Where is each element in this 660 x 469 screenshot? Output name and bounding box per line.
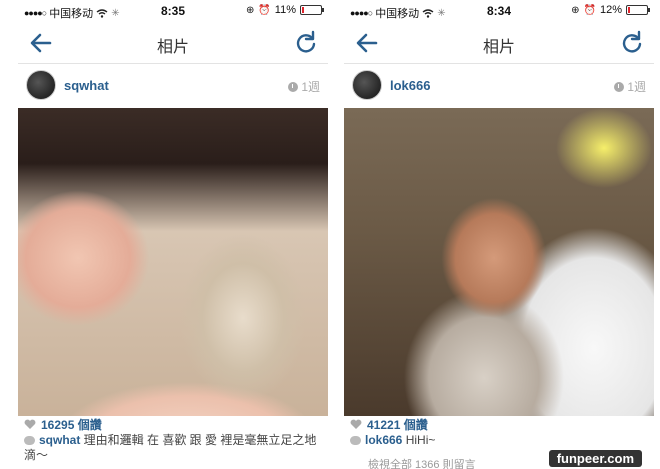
battery-icon — [626, 5, 650, 15]
navigation-bar: 相片 — [18, 22, 328, 64]
comment-bubble-icon — [24, 436, 35, 446]
page-title: 相片 — [482, 39, 515, 56]
battery-icon — [300, 5, 324, 15]
comment-username[interactable]: lok666 — [365, 433, 402, 447]
post-username[interactable]: sqwhat — [64, 78, 109, 93]
post-header: lok666 1週 — [344, 66, 654, 106]
post-age: 1週 — [288, 78, 320, 95]
comment-text: HiHi~ — [402, 433, 436, 447]
navigation-bar: 相片 — [344, 22, 654, 64]
comment: lok666 HiHi~ — [350, 433, 648, 448]
comment: sqwhat 理由和邏輯 在 喜歡 跟 愛 裡是毫無立足之地滴～ — [24, 433, 322, 463]
battery-percent: 11% — [274, 4, 296, 16]
battery-percent: 12% — [599, 4, 622, 16]
refresh-icon[interactable] — [294, 30, 318, 54]
watermark: funpeer.com — [548, 450, 642, 467]
view-all-comments-link[interactable]: 檢視全部 1366 則留言 — [368, 456, 476, 469]
clock-icon — [288, 81, 299, 92]
status-bar: ●●●●○ 中国移动 ✳ 8:35 ⊕ ⏰ 11% — [18, 0, 328, 22]
alarm-icon: ⏰ — [583, 4, 596, 16]
clock-icon — [614, 81, 625, 92]
rotation-lock-icon: ⊕ — [571, 4, 580, 16]
comment-username[interactable]: sqwhat — [39, 433, 80, 447]
post-age-label: 1週 — [301, 80, 320, 94]
rotation-lock-icon: ⊕ — [245, 4, 255, 16]
heart-icon — [350, 419, 362, 429]
post-header: sqwhat 1週 — [18, 66, 328, 106]
likes-row[interactable]: 16295 個讚 — [24, 416, 322, 433]
comment-bubble-icon — [350, 436, 361, 446]
post-username[interactable]: lok666 — [390, 78, 430, 93]
phone-screen-left: ●●●●○ 中国移动 ✳ 8:35 ⊕ ⏰ 11% 相片 sqwhat 1週 1… — [18, 0, 328, 469]
phone-screen-right: ●●●●○ 中国移动 ✳ 8:34 ⊕ ⏰ 12% 相片 lok666 1週 4… — [344, 0, 654, 469]
likes-count: 41221 個讚 — [367, 418, 428, 432]
avatar[interactable] — [352, 70, 382, 100]
likes-count: 16295 個讚 — [41, 418, 102, 432]
post-age: 1週 — [614, 78, 646, 95]
likes-row[interactable]: 41221 個讚 — [350, 416, 648, 433]
post-photo[interactable] — [18, 108, 328, 416]
avatar[interactable] — [26, 70, 56, 100]
page-title: 相片 — [156, 39, 189, 56]
post-photo[interactable] — [344, 108, 654, 416]
status-bar: ●●●●○ 中国移动 ✳ 8:34 ⊕ ⏰ 12% — [344, 0, 654, 22]
heart-icon — [24, 419, 36, 429]
refresh-icon[interactable] — [620, 30, 644, 54]
alarm-icon: ⏰ — [258, 4, 271, 16]
post-age-label: 1週 — [627, 80, 646, 94]
